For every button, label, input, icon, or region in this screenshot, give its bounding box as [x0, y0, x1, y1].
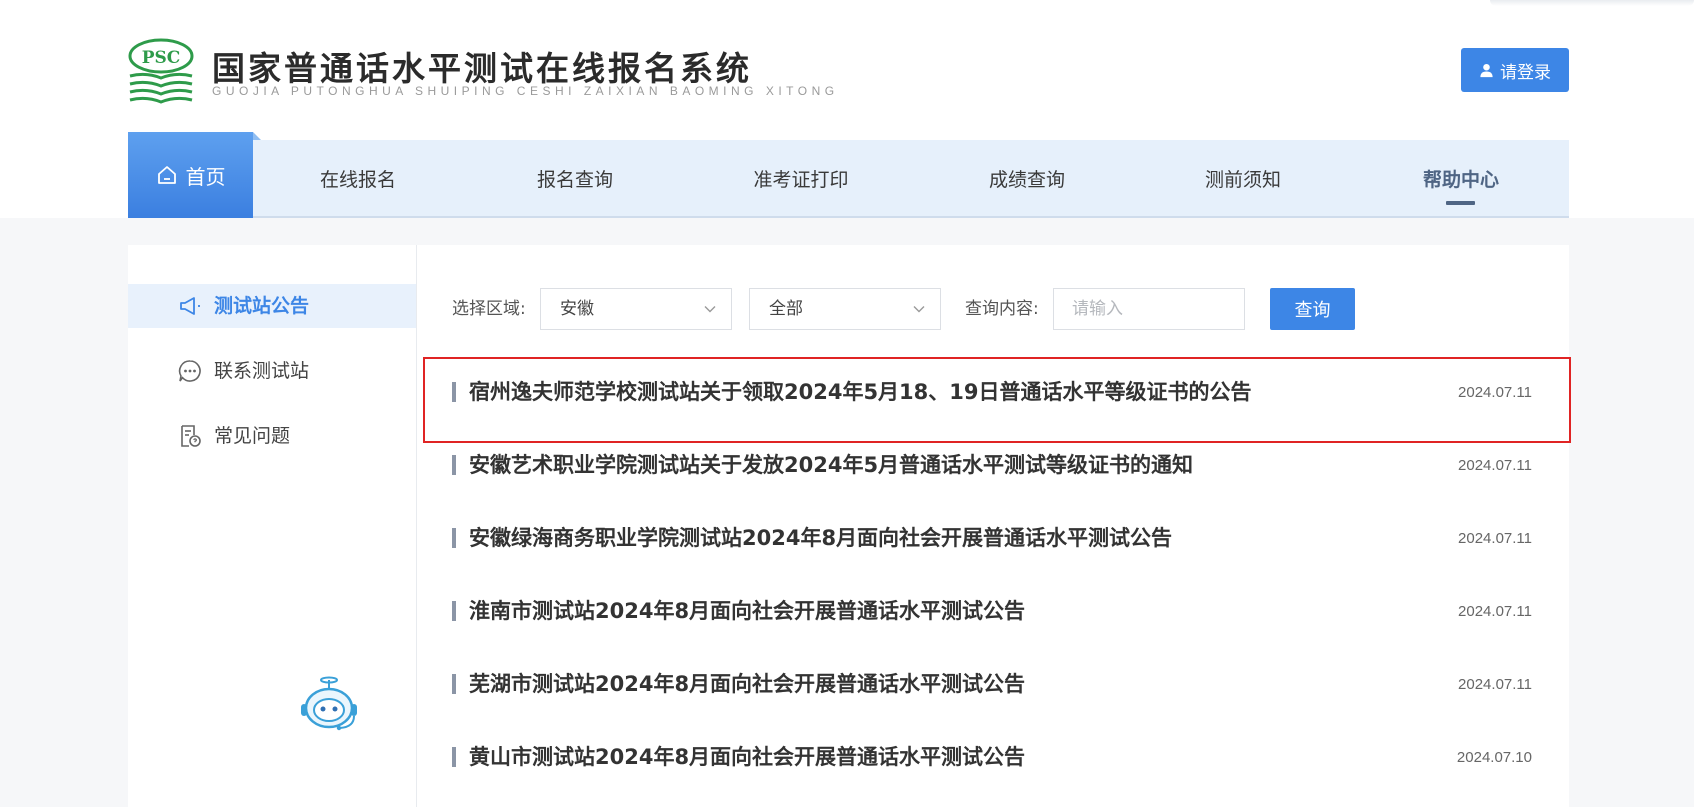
sidebar-item-label: 常见问题 — [214, 425, 291, 447]
megaphone-icon — [180, 297, 200, 315]
sidebar-item-faq[interactable]: 常见问题 — [128, 414, 416, 458]
psc-logo-icon[interactable]: PSC — [126, 38, 196, 106]
region-select[interactable]: 安徽 — [540, 288, 732, 330]
scope-select-value: 全部 — [769, 299, 803, 319]
login-label: 请登录 — [1500, 62, 1551, 83]
sidebar-item-station-announcements[interactable]: 测试站公告 — [128, 284, 416, 328]
announcement-date: 2024.07.11 — [1458, 530, 1532, 547]
announcement-date: 2024.07.11 — [1458, 603, 1532, 620]
announcement-date: 2024.07.10 — [1456, 749, 1532, 766]
announcement-title[interactable]: 淮南市测试站2024年8月面向社会开展普通话水平测试公告 — [469, 596, 1025, 626]
query-input[interactable] — [1053, 288, 1245, 330]
sidebar-item-label: 测试站公告 — [214, 295, 310, 317]
sidebar-divider — [416, 245, 417, 807]
user-icon — [1480, 63, 1493, 77]
query-filter-label: 查询内容: — [965, 299, 1039, 319]
row-marker — [452, 528, 456, 548]
announcement-title[interactable]: 安徽艺术职业学院测试站关于发放2024年5月普通话水平测试等级证书的通知 — [469, 450, 1193, 480]
chatbot-robot-icon[interactable] — [298, 676, 360, 732]
announcement-title[interactable]: 黄山市测试站2024年8月面向社会开展普通话水平测试公告 — [469, 742, 1025, 772]
sidebar-item-contact-station[interactable]: 联系测试站 — [128, 349, 416, 393]
site-title[interactable]: 国家普通话水平测试在线报名系统 — [212, 42, 752, 90]
row-marker — [452, 382, 456, 402]
window-edge-shadow — [1490, 0, 1694, 6]
query-button[interactable]: 查询 — [1270, 288, 1355, 330]
logo-abbr: PSC — [142, 48, 181, 68]
announcement-row[interactable]: 芜湖市测试站2024年8月面向社会开展普通话水平测试公告 2024.07.11 — [452, 665, 1532, 705]
announcement-row[interactable]: 宿州逸夫师范学校测试站关于领取2024年5月18、19日普通话水平等级证书的公告… — [452, 373, 1532, 413]
nav-online-registration[interactable]: 在线报名 — [288, 140, 428, 216]
tab-notch — [253, 132, 261, 140]
chevron-down-icon — [704, 306, 716, 313]
chevron-down-icon — [913, 306, 925, 313]
nav-home[interactable]: 首页 — [128, 132, 261, 218]
nav-active-indicator — [1446, 201, 1475, 205]
sidebar-item-label: 联系测试站 — [214, 360, 310, 382]
nav-score-query[interactable]: 成绩查询 — [957, 140, 1097, 216]
login-button[interactable]: 请登录 — [1461, 48, 1569, 92]
faq-document-icon — [181, 425, 201, 447]
row-marker — [452, 747, 456, 767]
nav-registration-query[interactable]: 报名查询 — [505, 140, 645, 216]
announcement-title[interactable]: 芜湖市测试站2024年8月面向社会开展普通话水平测试公告 — [469, 669, 1025, 699]
announcement-title[interactable]: 宿州逸夫师范学校测试站关于领取2024年5月18、19日普通话水平等级证书的公告 — [469, 377, 1252, 407]
announcement-row[interactable]: 安徽绿海商务职业学院测试站2024年8月面向社会开展普通话水平测试公告 2024… — [452, 519, 1532, 559]
nav-admission-ticket-print[interactable]: 准考证打印 — [726, 140, 876, 216]
row-marker — [452, 455, 456, 475]
region-select-value: 安徽 — [560, 299, 594, 319]
announcement-row[interactable]: 安徽艺术职业学院测试站关于发放2024年5月普通话水平测试等级证书的通知 202… — [452, 446, 1532, 486]
announcement-row[interactable]: 黄山市测试站2024年8月面向社会开展普通话水平测试公告 2024.07.10 — [452, 738, 1532, 778]
row-marker — [452, 601, 456, 621]
home-icon — [157, 166, 176, 184]
row-marker — [452, 674, 456, 694]
announcement-date: 2024.07.11 — [1458, 384, 1532, 401]
announcement-date: 2024.07.11 — [1458, 676, 1532, 693]
chat-bubble-icon — [178, 360, 201, 382]
nav-home-label: 首页 — [185, 164, 226, 189]
scope-select[interactable]: 全部 — [749, 288, 941, 330]
region-filter-label: 选择区域: — [452, 299, 526, 319]
site-subtitle: GUOJIA PUTONGHUA SHUIPING CESHI ZAIXIAN … — [212, 84, 839, 98]
nav-pre-test-notice[interactable]: 测前须知 — [1173, 140, 1313, 216]
announcement-date: 2024.07.11 — [1458, 457, 1532, 474]
announcement-title[interactable]: 安徽绿海商务职业学院测试站2024年8月面向社会开展普通话水平测试公告 — [469, 523, 1172, 553]
announcement-row[interactable]: 淮南市测试站2024年8月面向社会开展普通话水平测试公告 2024.07.11 — [452, 592, 1532, 632]
